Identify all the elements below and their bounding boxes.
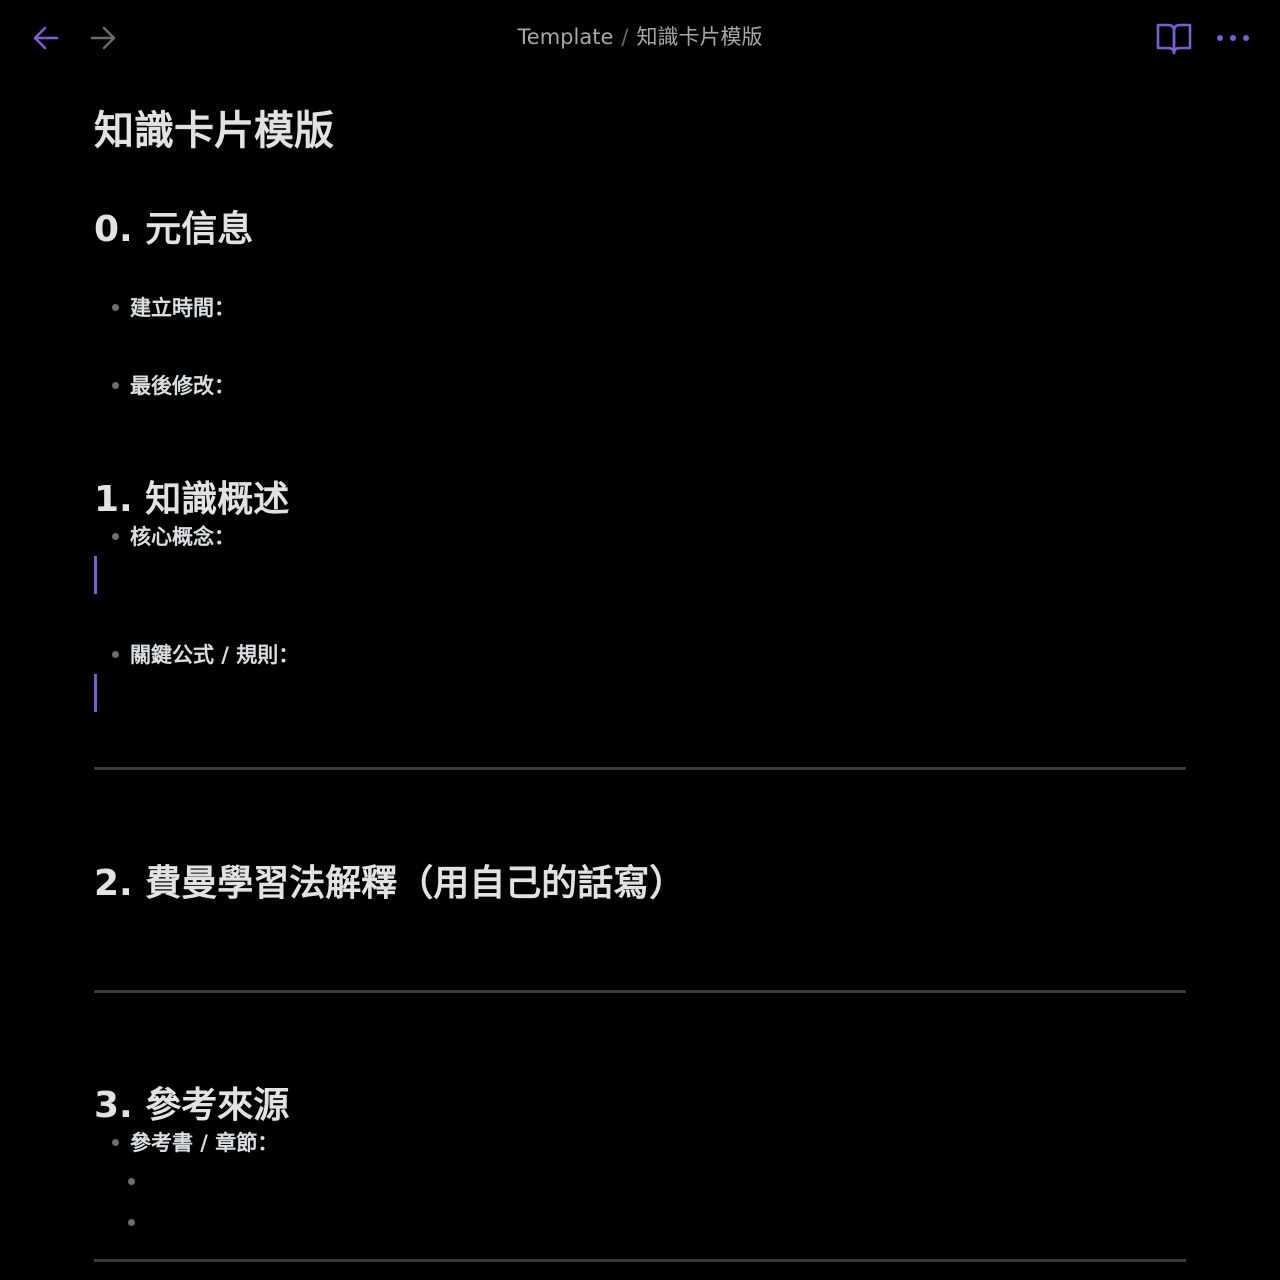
breadcrumb-file[interactable]: 知識卡片模版 [636,25,762,49]
breadcrumb-separator: / [621,25,629,49]
bullet-icon [112,650,119,658]
list-item[interactable]: 關鍵公式 / 規則： [112,639,299,669]
list-item-text: 關鍵公式 / 規則： [130,643,300,667]
top-bar: Template / 知識卡片模版 [0,0,1280,74]
list-item[interactable]: 最後修改： [112,370,235,400]
text-cursor [94,556,97,594]
bullet-icon [112,381,119,389]
more-options-button[interactable] [1212,18,1254,58]
app-window: Template/知識卡片模版 知識卡片模版 0. 元信息 建立時間： 最後 [0,0,1280,1280]
empty-list-item[interactable] [128,1178,135,1185]
breadcrumb-folder[interactable]: Template [518,25,614,49]
bullet-icon [112,303,119,311]
horizontal-rule [94,990,1186,993]
bullet-icon [112,1138,119,1146]
horizontal-rule [94,1259,1186,1262]
bullet-icon [112,532,119,540]
list-item-text: 參考書 / 章節： [130,1131,279,1155]
more-horizontal-icon [1217,35,1249,41]
section-heading[interactable]: 2. 費曼學習法解釋（用自己的話寫） [94,854,685,906]
empty-list-item[interactable] [128,1219,135,1226]
list-item-text: 建立時間： [130,296,235,320]
list-item[interactable]: 建立時間： [112,292,235,322]
list-item[interactable]: 核心概念： [112,521,235,551]
breadcrumb: Template / 知識卡片模版 [0,22,1280,52]
text-cursor [94,674,97,712]
section-heading[interactable]: 0. 元信息 [94,200,253,252]
book-open-icon [1156,23,1192,55]
list-item-text: 最後修改： [130,374,235,398]
note-title[interactable]: 知識卡片模版 [94,98,334,156]
list-item-text: 核心概念： [130,525,235,549]
section-heading[interactable]: 3. 參考來源 [94,1076,289,1128]
section-heading[interactable]: 1. 知識概述 [94,470,289,522]
list-item[interactable]: 參考書 / 章節： [112,1127,278,1157]
reading-view-button[interactable] [1154,18,1194,58]
horizontal-rule [94,767,1186,770]
